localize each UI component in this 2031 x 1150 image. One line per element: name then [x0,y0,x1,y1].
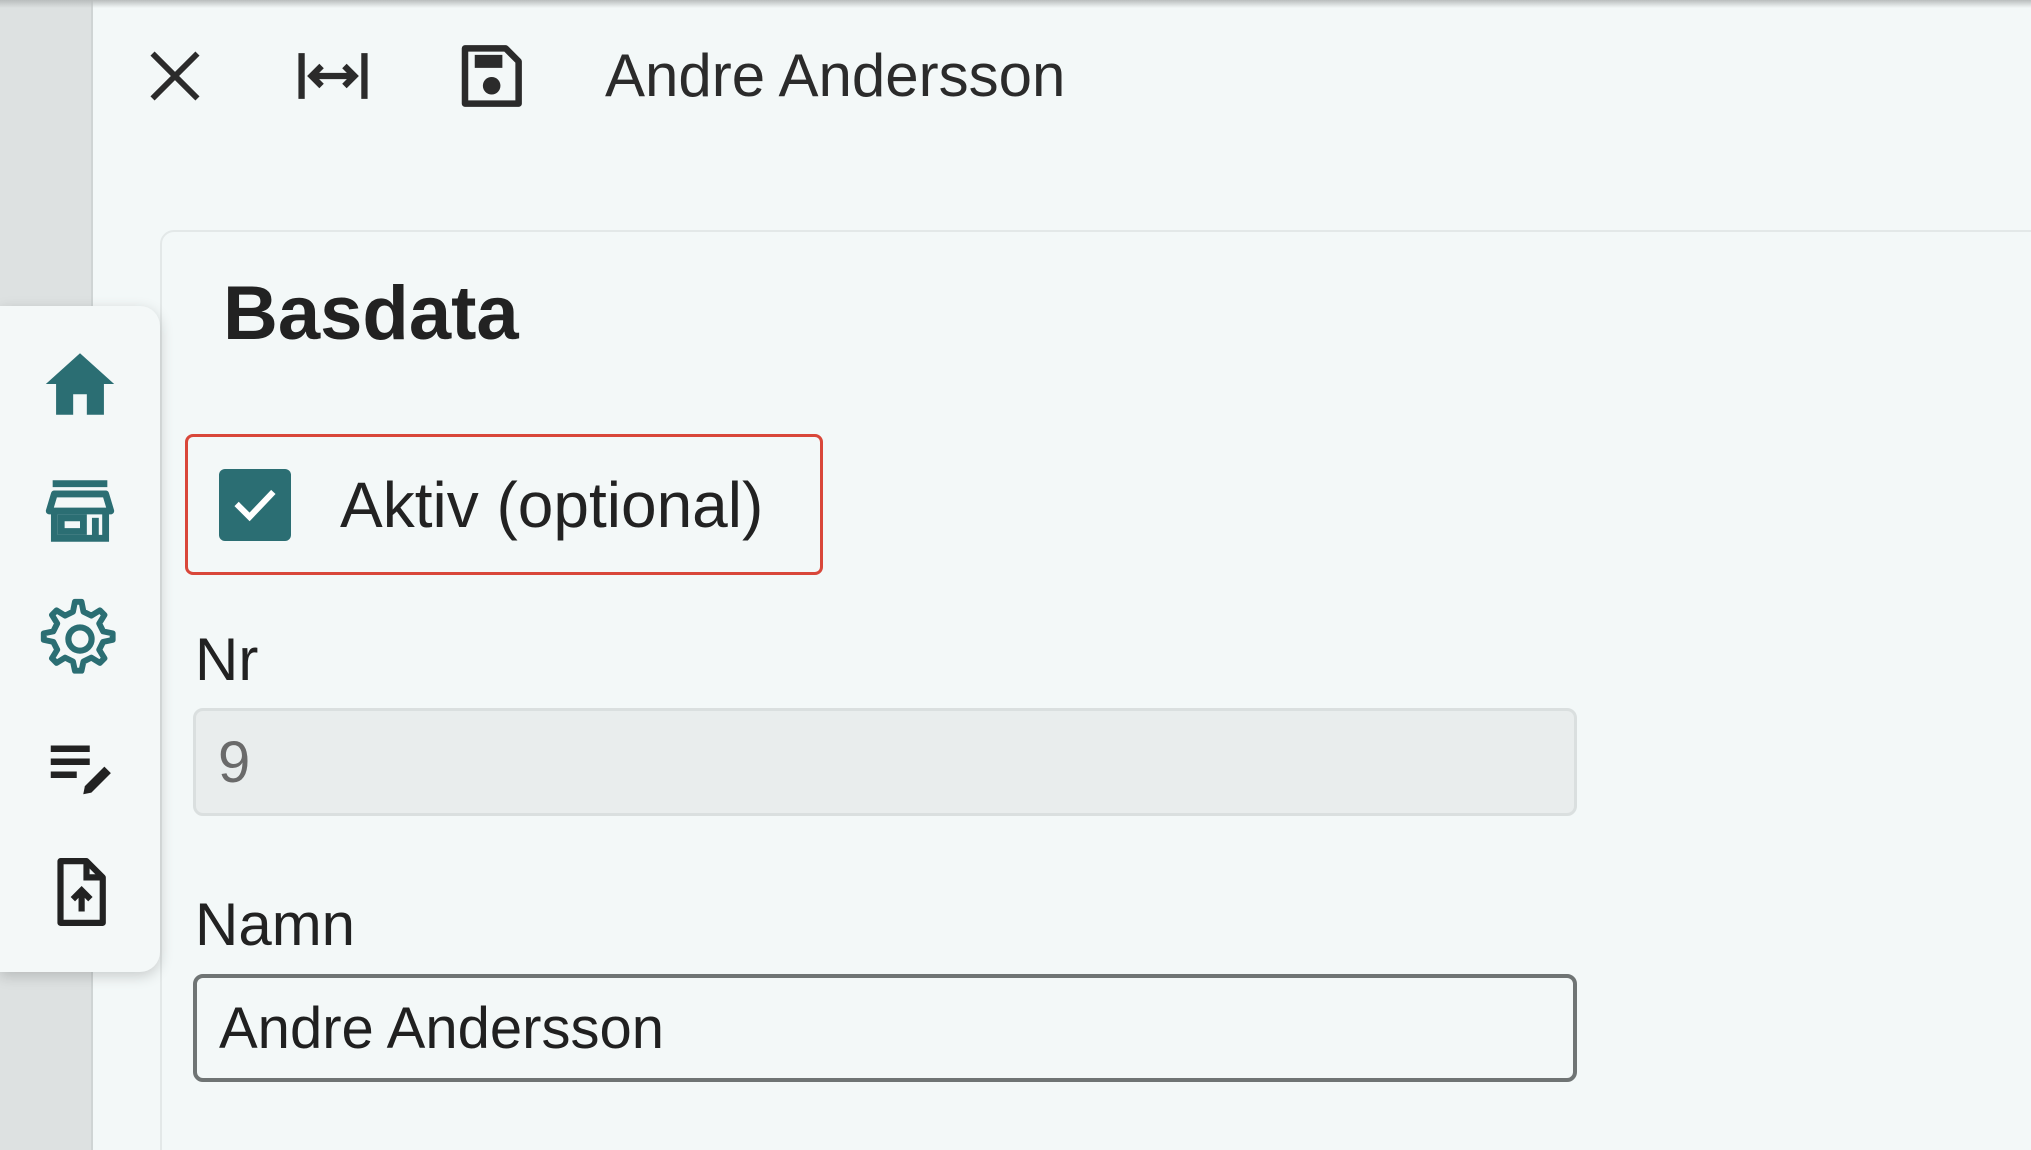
app-window: Andre Andersson Basdata Aktiv (optional)… [0,0,2031,1150]
store-icon [45,480,115,542]
edit-list-icon [50,745,111,795]
rail-item-upload[interactable] [30,842,130,942]
rail-item-home[interactable] [30,334,130,434]
expand-width-icon [298,53,368,99]
aktiv-label[interactable]: Aktiv (optional) [340,465,763,545]
close-button[interactable] [135,36,215,116]
rail-item-edit[interactable] [30,715,130,815]
toolbar: Andre Andersson [95,0,2031,150]
rail-item-settings[interactable] [30,588,130,688]
top-shadow [0,0,2031,8]
namn-label: Namn [195,891,356,958]
rail-item-store[interactable] [30,461,130,561]
record-title: Andre Andersson [605,42,1066,109]
navigation-rail [0,306,160,972]
namn-field[interactable] [193,974,1577,1082]
nr-field[interactable] [193,708,1577,816]
checkmark-icon [234,489,276,522]
expand-width-button[interactable] [293,36,373,116]
home-icon [45,353,115,415]
save-icon [461,45,522,107]
aktiv-checkbox[interactable] [219,469,291,541]
gear-icon [40,598,116,674]
section-title: Basdata [223,271,519,356]
close-icon [150,51,200,101]
nr-label: Nr [195,626,259,693]
file-upload-icon [57,858,106,926]
detail-panel: Andre Andersson Basdata Aktiv (optional)… [95,0,2031,1150]
save-button[interactable] [451,36,531,116]
